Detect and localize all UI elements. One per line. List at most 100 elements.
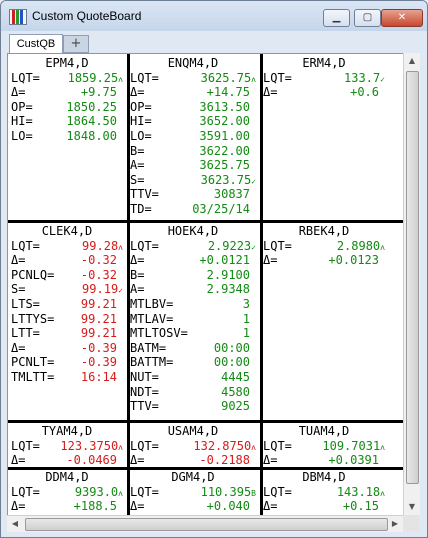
field-label: Δ= [11,453,26,468]
field-value-text: 3652.00 [199,114,250,129]
field-label: LQT= [263,238,292,253]
field-value: +14.75 [207,85,256,100]
title-bar[interactable]: Custom QuoteBoard ▁ ▢ ✕ [1,1,427,31]
field-label: LQT= [11,238,40,253]
tab-bar: CustQB + [5,31,423,53]
field-value-text: 2.9223 [207,238,252,253]
vertical-scrollbar[interactable]: ▲ ▼ [403,53,420,515]
tick-indicator-icon: ✓ [251,176,256,186]
horizontal-scrollbar[interactable]: ◀ ▶ [7,515,403,532]
app-icon-bar-blue [20,10,23,24]
tab-custqb[interactable]: CustQB [9,34,63,53]
quote-cell[interactable]: USAM4,D LQT= 132.8750ʌ Δ= -0.2188 [130,424,256,468]
horizontal-scroll-thumb[interactable] [25,518,388,531]
tick-indicator-icon: ʌ [118,488,123,498]
quote-cell[interactable]: TYAM4,D LQT= 123.3750ʌ Δ= -0.0469 [11,424,123,468]
field-label: LQT= [263,484,292,499]
quote-field-row: Δ= +0.040 [130,499,256,514]
quote-cell[interactable]: DGM4,D LQT= 110.395B Δ= +0.040 [130,470,256,514]
field-value: +0.0123 [328,253,385,268]
field-value-text: 3 [242,296,250,311]
field-label: Δ= [263,453,278,468]
field-label: Δ= [11,499,26,514]
quote-cell[interactable]: DDM4,D LQT= 9393.0ʌ Δ= +188.5 [11,470,123,514]
quote-field-row: PCNLQ= -0.32 [11,268,123,283]
field-label: Δ= [130,453,145,468]
quote-field-row: LQT= 3625.75ʌ [130,71,256,86]
quote-field-row: TMLTT= 16:14 [11,370,123,385]
quote-cell[interactable]: DBM4,D LQT= 143.18ʌ Δ= +0.15 [263,470,385,514]
field-value-text: +188.5 [73,499,117,514]
field-value-text: 1 [242,326,250,341]
quoteboard-window: Custom QuoteBoard ▁ ▢ ✕ CustQB + EPM4,D L… [0,0,428,538]
quote-field-row: LQT= 9393.0ʌ [11,485,123,500]
minimize-button[interactable]: ▁ [323,9,350,27]
field-value-text: 1850.25 [66,99,117,114]
scroll-right-icon[interactable]: ▶ [387,516,403,532]
quote-symbol: HOEK4,D [167,224,219,238]
field-value-text: 99.28 [82,238,119,253]
field-value: -0.2188 [199,453,256,468]
quote-board-grid: EPM4,D LQT= 1859.25ʌ Δ= +9.75 OP= 1850.25 HI= 18… [7,53,405,517]
app-icon-bar-green [16,10,19,24]
quote-field-row: Δ= -0.0469 [11,453,123,468]
field-label: LQT= [263,70,292,85]
quote-cell[interactable]: ERM4,D LQT= 133.7✓ Δ= +0.6 [263,56,385,100]
field-value-text: 2.8980 [336,238,381,253]
close-button[interactable]: ✕ [381,9,423,27]
field-value-text: 143.18 [336,484,381,499]
field-value-text: -0.32 [80,267,117,282]
quote-field-row: Δ= +0.6 [263,85,385,100]
field-label: MTLTOSV= [130,326,188,341]
field-value-text: +0.0121 [199,253,250,268]
add-tab-button[interactable]: + [63,35,89,53]
field-label: NDT= [130,384,159,399]
scroll-left-icon[interactable]: ◀ [7,516,23,532]
tick-indicator-icon: ✓ [380,74,385,84]
quote-cell[interactable]: CLEK4,D LQT= 99.28ʌ Δ= -0.32 PCNLQ= -0.32 S= 99.… [11,224,123,385]
field-label: Δ= [130,499,145,514]
field-value-text: 1848.00 [66,128,117,143]
field-label: BATTM= [130,355,174,370]
tick-indicator-icon: ✓ [118,286,123,296]
quote-field-row: HI= 3652.00 [130,114,256,129]
field-value: +0.040 [207,499,256,514]
field-label: Δ= [11,340,26,355]
vertical-scroll-thumb[interactable] [406,71,419,484]
field-label: Δ= [11,253,26,268]
field-value: 3591.00 [199,129,256,144]
quote-cell[interactable]: RBEK4,D LQT= 2.8980ʌ Δ= +0.0123 [263,224,385,268]
grid-divider [8,220,404,223]
field-value: 00:00 [214,355,256,370]
field-value: 3622.00 [199,144,256,159]
field-value-text: +0.15 [342,499,379,514]
field-value-text: 30837 [213,187,250,202]
field-value-text: -0.0469 [66,453,117,468]
field-value: 1850.25 [66,100,123,115]
quote-field-row: LQT= 110.395B [130,485,256,500]
field-value-text: 109.7031 [322,438,381,453]
field-label: LQT= [130,438,159,453]
maximize-button[interactable]: ▢ [354,9,381,27]
quote-cell[interactable]: HOEK4,D LQT= 2.9223✓ Δ= +0.0121 B= 2.9100 A= 2.9… [130,224,256,414]
field-value-text: -0.32 [80,253,117,268]
quote-cell[interactable]: TUAM4,D LQT= 109.7031ʌ Δ= +0.0391 [263,424,385,468]
quote-field-row: LTS= 99.21 [11,297,123,312]
field-value-text: 3591.00 [199,128,250,143]
quote-cell[interactable]: EPM4,D LQT= 1859.25ʌ Δ= +9.75 OP= 1850.25 HI= 18… [11,56,123,144]
field-label: HI= [130,114,152,129]
quote-field-row: Δ= -0.39 [11,341,123,356]
scroll-up-icon[interactable]: ▲ [404,53,420,69]
quote-cell[interactable]: ENQM4,D LQT= 3625.75ʌ Δ= +14.75 OP= 3613.50 HI=… [130,56,256,217]
field-value-text: 99.19 [82,282,119,297]
field-value-text: 9393.0 [74,484,119,499]
field-label: BATM= [130,340,167,355]
quote-field-row: Δ= +0.0123 [263,253,385,268]
resize-grip[interactable] [403,515,419,531]
scroll-down-icon[interactable]: ▼ [404,499,420,515]
tick-indicator-icon: ʌ [118,242,123,252]
field-value-text: 03/25/14 [192,201,250,216]
field-value-text: 1 [242,311,250,326]
quote-field-row: S= 3623.75✓ [130,173,256,188]
quote-symbol: CLEK4,D [41,224,93,238]
